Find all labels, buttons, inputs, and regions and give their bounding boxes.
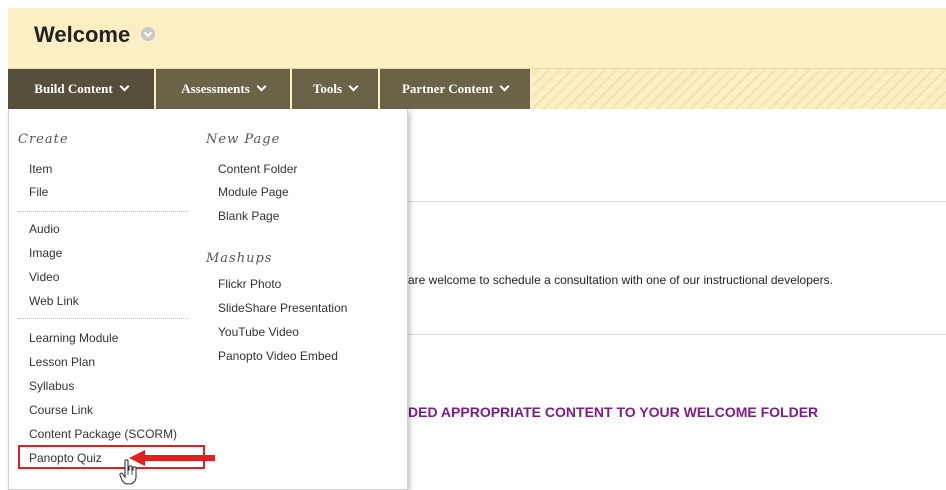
tab-label: Tools: [312, 81, 343, 96]
menu-item-module-page[interactable]: Module Page: [218, 185, 289, 199]
chevron-down-icon: [499, 81, 510, 92]
tab-label: Partner Content: [401, 81, 494, 96]
menu-item-image[interactable]: Image: [29, 246, 62, 260]
menu-item-youtube-video[interactable]: YouTube Video: [218, 325, 299, 339]
content-heading: DED APPROPRIATE CONTENT TO YOUR WELCOME …: [408, 404, 819, 420]
menu-item-audio[interactable]: Audio: [29, 222, 60, 236]
menu-item-content-folder[interactable]: Content Folder: [218, 162, 297, 176]
tab-assessments[interactable]: Assessments: [156, 69, 292, 109]
section-title-new-page: New Page: [206, 132, 281, 147]
menu-separator: [18, 211, 188, 212]
menu-item-lesson-plan[interactable]: Lesson Plan: [29, 355, 95, 369]
tab-label: Build Content: [34, 81, 113, 96]
tab-tools[interactable]: Tools: [292, 69, 380, 109]
build-content-dropdown: Create Item File Audio Image Video Web L…: [8, 109, 408, 490]
content-divider: [408, 201, 946, 202]
menu-item-course-link[interactable]: Course Link: [29, 403, 93, 417]
tab-build-content[interactable]: Build Content: [8, 69, 156, 109]
content-divider: [408, 334, 946, 335]
page-header: Welcome: [8, 8, 946, 69]
tab-partner-content[interactable]: Partner Content: [380, 69, 532, 109]
menu-item-learning-module[interactable]: Learning Module: [29, 331, 118, 345]
chevron-down-icon: [119, 81, 130, 92]
red-arrow-icon: [129, 450, 215, 466]
hand-cursor-icon: [119, 459, 137, 485]
content-text: are welcome to schedule a consultation w…: [408, 273, 833, 287]
page-title: Welcome: [34, 22, 131, 47]
section-title-mashups: Mashups: [206, 251, 273, 266]
course-menu-bar: Build Content Assessments Tools Partner …: [8, 69, 946, 109]
menu-item-syllabus[interactable]: Syllabus: [29, 379, 74, 393]
menu-item-video[interactable]: Video: [29, 270, 59, 284]
menu-item-content-package[interactable]: Content Package (SCORM): [29, 427, 177, 441]
chevron-circle-icon[interactable]: [141, 27, 155, 41]
menu-item-slideshare-presentation[interactable]: SlideShare Presentation: [218, 301, 347, 315]
menu-item-item[interactable]: Item: [29, 162, 52, 176]
menu-item-panopto-video-embed[interactable]: Panopto Video Embed: [218, 349, 338, 363]
section-title-create: Create: [18, 132, 69, 147]
menu-item-flickr-photo[interactable]: Flickr Photo: [218, 277, 281, 291]
chevron-down-icon: [256, 81, 267, 92]
chevron-down-icon: [348, 81, 359, 92]
menu-item-file[interactable]: File: [29, 185, 48, 199]
menu-item-web-link[interactable]: Web Link: [29, 294, 79, 308]
menu-separator: [18, 318, 188, 319]
menu-item-blank-page[interactable]: Blank Page: [218, 209, 279, 223]
tab-label: Assessments: [181, 81, 250, 96]
